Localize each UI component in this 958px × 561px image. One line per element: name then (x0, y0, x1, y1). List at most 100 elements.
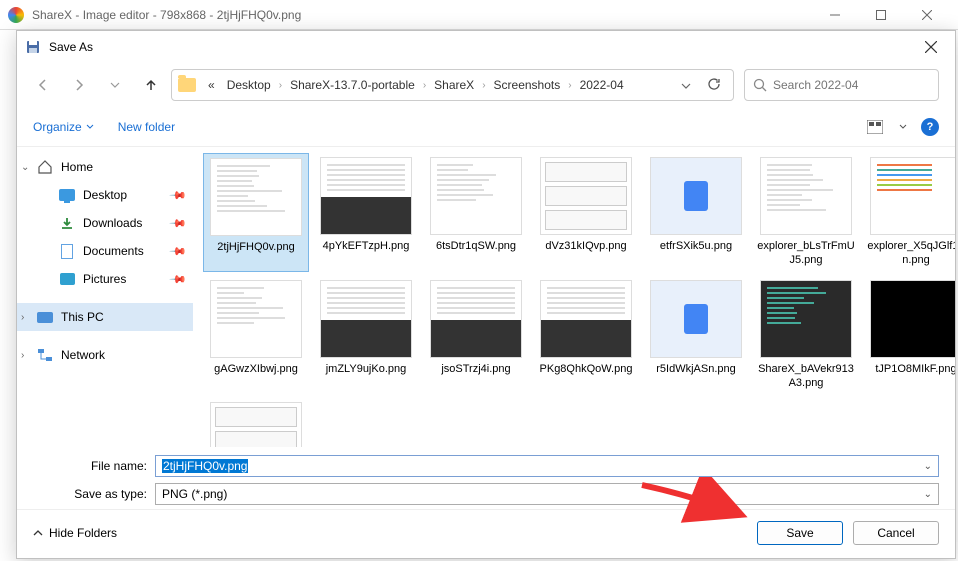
file-label: tJP1O8MIkF.png (875, 362, 955, 376)
chevron-up-icon (33, 530, 43, 536)
save-button[interactable]: Save (757, 521, 843, 545)
hide-folders-button[interactable]: Hide Folders (33, 526, 117, 540)
file-label: r5IdWkjASn.png (656, 362, 735, 376)
file-item[interactable]: PKg8QhkQoW.png (533, 276, 639, 395)
chevron-right-icon: › (21, 312, 33, 323)
desktop-icon (59, 189, 75, 201)
recent-dropdown[interactable] (105, 75, 125, 95)
pin-icon: 📌 (169, 270, 188, 289)
file-item[interactable]: 6tsDtr1qSW.png (423, 153, 529, 272)
chevron-down-icon[interactable]: ⌄ (924, 461, 932, 472)
network-icon (37, 347, 53, 363)
sidebar-label: Desktop (83, 188, 127, 202)
file-item[interactable]: dVz31kIQvp.png (533, 153, 639, 272)
file-item[interactable]: jmZLY9ujKo.png (313, 276, 419, 395)
file-label: 6tsDtr1qSW.png (436, 239, 516, 253)
save-icon (25, 39, 41, 55)
breadcrumb-item[interactable]: ShareX-13.7.0-portable (286, 76, 419, 94)
help-button[interactable]: ? (921, 118, 939, 136)
file-item[interactable]: 2tjHjFHQ0v.png (203, 153, 309, 272)
chevron-down-icon (86, 124, 94, 129)
refresh-button[interactable] (701, 77, 727, 94)
cancel-button[interactable]: Cancel (853, 521, 939, 545)
sidebar-item-home[interactable]: ⌄ Home (17, 153, 193, 181)
file-label: explorer_X5qJGlf1gn.png (866, 239, 955, 268)
breadcrumb-item[interactable]: ShareX (430, 76, 478, 94)
pc-icon (37, 312, 53, 323)
main-window: ShareX - Image editor - 798x868 - 2tjHjF… (0, 0, 958, 561)
pin-icon: 📌 (169, 186, 188, 205)
file-item[interactable]: explorer_X5qJGlf1gn.png (863, 153, 955, 272)
filename-input[interactable]: 2tjHjFHQ0v.png ⌄ (155, 455, 939, 477)
breadcrumb-overflow[interactable]: « (204, 76, 219, 94)
sidebar-label: Home (61, 160, 93, 174)
breadcrumb-bar[interactable]: « Desktop › ShareX-13.7.0-portable › Sha… (171, 69, 734, 101)
chevron-right-icon: › (279, 80, 282, 91)
file-label: dVz31kIQvp.png (545, 239, 626, 253)
sidebar-label: Network (61, 348, 105, 362)
chevron-right-icon: › (482, 80, 485, 91)
navigation-row: « Desktop › ShareX-13.7.0-portable › Sha… (17, 63, 955, 107)
back-button[interactable] (33, 75, 53, 95)
file-item[interactable]: etfrSXik5u.png (643, 153, 749, 272)
documents-icon (61, 244, 73, 259)
file-item[interactable] (203, 398, 309, 447)
breadcrumb-item[interactable]: Screenshots (490, 76, 565, 94)
chevron-right-icon: › (423, 80, 426, 91)
files-area[interactable]: 2tjHjFHQ0v.png4pYkEFTzpH.png 6tsDtr1qSW.p… (193, 147, 955, 447)
view-mode-button[interactable] (865, 117, 885, 137)
filename-value: 2tjHjFHQ0v.png (162, 459, 248, 473)
file-label: etfrSXik5u.png (660, 239, 732, 253)
dialog-close-button[interactable] (915, 31, 947, 63)
body-area: ⌄ Home Desktop 📌 Downloads 📌 Documents (17, 147, 955, 447)
savetype-value: PNG (*.png) (162, 487, 227, 501)
organize-menu[interactable]: Organize (33, 120, 94, 134)
close-button[interactable] (904, 0, 950, 30)
sidebar-item-network[interactable]: › Network (17, 341, 193, 369)
file-label: jsoSTrzj4i.png (441, 362, 510, 376)
sidebar-item-desktop[interactable]: Desktop 📌 (17, 181, 193, 209)
footer-inputs: File name: 2tjHjFHQ0v.png ⌄ Save as type… (17, 447, 955, 509)
footer-actions: Hide Folders Save Cancel (17, 509, 955, 555)
sidebar-item-this-pc[interactable]: › This PC (17, 303, 193, 331)
file-label: explorer_bLsTrFmUJ5.png (756, 239, 856, 268)
file-item[interactable]: tJP1O8MIkF.png (863, 276, 955, 395)
chevron-down-icon: ⌄ (21, 162, 33, 173)
breadcrumb-dropdown[interactable] (675, 78, 697, 92)
filename-label: File name: (33, 459, 147, 473)
maximize-button[interactable] (858, 0, 904, 30)
file-label: PKg8QhkQoW.png (540, 362, 633, 376)
file-item[interactable]: jsoSTrzj4i.png (423, 276, 529, 395)
search-input[interactable] (773, 78, 930, 92)
savetype-select[interactable]: PNG (*.png) ⌄ (155, 483, 939, 505)
pictures-icon (60, 273, 75, 285)
breadcrumb-item[interactable]: 2022-04 (576, 76, 628, 94)
view-dropdown-icon[interactable] (899, 124, 907, 129)
file-item[interactable]: explorer_bLsTrFmUJ5.png (753, 153, 859, 272)
sidebar-label: Documents (83, 244, 144, 258)
file-item[interactable]: ShareX_bAVekr913A3.png (753, 276, 859, 395)
minimize-button[interactable] (812, 0, 858, 30)
search-icon (753, 78, 767, 92)
file-label: jmZLY9ujKo.png (326, 362, 407, 376)
main-title: ShareX - Image editor - 798x868 - 2tjHjF… (32, 8, 812, 22)
sidebar-label: Downloads (83, 216, 142, 230)
sidebar-item-pictures[interactable]: Pictures 📌 (17, 265, 193, 293)
breadcrumb-item[interactable]: Desktop (223, 76, 275, 94)
search-box[interactable] (744, 69, 939, 101)
chevron-down-icon[interactable]: ⌄ (924, 489, 932, 500)
forward-button[interactable] (69, 75, 89, 95)
sidebar-item-documents[interactable]: Documents 📌 (17, 237, 193, 265)
chevron-right-icon: › (568, 80, 571, 91)
up-button[interactable] (141, 75, 161, 95)
file-item[interactable]: 4pYkEFTzpH.png (313, 153, 419, 272)
file-item[interactable]: r5IdWkjASn.png (643, 276, 749, 395)
pin-icon: 📌 (169, 214, 188, 233)
file-label: gAGwzXIbwj.png (214, 362, 298, 376)
dialog-title: Save As (49, 40, 915, 54)
dialog-titlebar: Save As (17, 31, 955, 63)
file-item[interactable]: gAGwzXIbwj.png (203, 276, 309, 395)
savetype-label: Save as type: (33, 487, 147, 501)
sidebar-item-downloads[interactable]: Downloads 📌 (17, 209, 193, 237)
new-folder-button[interactable]: New folder (118, 120, 175, 134)
